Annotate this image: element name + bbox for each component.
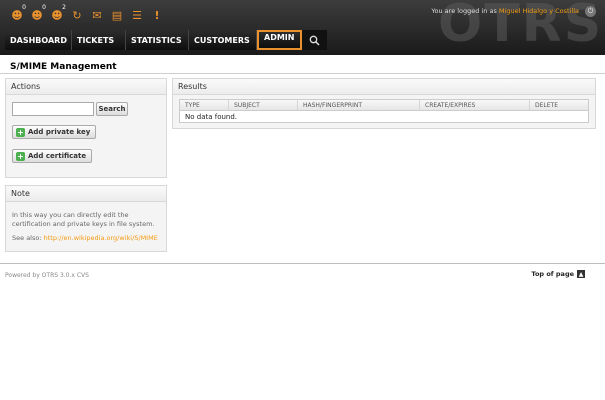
app-header: OTRS ☻ 0 ☻ 0 ☻ 2 ↻ ✉ ▤ ☰ ! You are logge…	[0, 0, 605, 55]
footer: Powered by OTRS 3.0.x CVS Top of page ▲	[0, 264, 605, 400]
see-also-label: See also:	[12, 234, 42, 242]
logged-in-label: You are logged in as	[431, 7, 497, 15]
actions-box: Actions Search + Add private key + Add c…	[5, 78, 167, 178]
actions-heading: Actions	[6, 79, 166, 95]
search-input[interactable]	[12, 102, 94, 116]
note-heading: Note	[6, 186, 166, 202]
nav-admin[interactable]: ADMIN	[257, 30, 302, 50]
add-icon: +	[16, 127, 25, 137]
column-hash-fingerprint[interactable]: HASH/FINGERPRINT	[298, 100, 420, 110]
top-of-page-link[interactable]: Top of page ▲	[531, 270, 585, 278]
title-divider	[0, 73, 605, 74]
email-icon[interactable]: ✉	[87, 5, 107, 25]
add-certificate-button[interactable]: + Add certificate	[12, 149, 93, 163]
page-title: S/MIME Management	[10, 62, 117, 72]
column-type[interactable]: TYPE	[180, 100, 229, 110]
add-certificate-label: Add certificate	[28, 152, 87, 160]
add-private-key-label: Add private key	[28, 128, 91, 136]
smime-wiki-link[interactable]: http://en.wikipedia.org/wiki/S/MIME	[44, 234, 158, 242]
results-table: TYPE SUBJECT HASH/FINGERPRINT CREATE/EXP…	[179, 99, 589, 123]
nav-statistics[interactable]: STATISTICS	[126, 30, 189, 50]
results-heading: Results	[173, 79, 595, 95]
top-of-page-label: Top of page	[531, 270, 574, 278]
add-private-key-button[interactable]: + Add private key	[12, 125, 97, 139]
add-icon: +	[16, 151, 25, 161]
toolbar: ☻ 0 ☻ 0 ☻ 2 ↻ ✉ ▤ ☰ !	[7, 4, 167, 25]
responsible-tickets-count: 2	[62, 4, 66, 11]
column-subject[interactable]: SUBJECT	[229, 100, 298, 110]
column-create-expires[interactable]: CREATE/EXPIRES	[420, 100, 530, 110]
refresh-icon[interactable]: ↻	[67, 5, 87, 25]
powered-by-text: Powered by OTRS 3.0.x CVS	[5, 272, 89, 279]
nav-dashboard[interactable]: DASHBOARD	[5, 30, 72, 50]
email-glyph: ✉	[92, 8, 102, 22]
locked-tickets-glyph: ☻	[11, 8, 23, 22]
alert-icon[interactable]: !	[147, 5, 167, 25]
watched-tickets-count: 0	[42, 4, 46, 11]
folder-icon[interactable]: ▤	[107, 5, 127, 25]
note-see-also: See also: http://en.wikipedia.org/wiki/S…	[12, 234, 167, 243]
user-info: You are logged in as Miguel Hidalgo y Co…	[431, 7, 579, 15]
responsible-tickets-icon[interactable]: ☻ 2	[47, 4, 67, 25]
responsible-tickets-glyph: ☻	[51, 8, 63, 22]
user-name-link[interactable]: Miguel Hidalgo y Costilla	[499, 7, 579, 15]
logout-icon[interactable]: ⏻	[585, 6, 596, 17]
locked-tickets-count: 0	[22, 4, 26, 11]
search-button[interactable]: Search	[96, 102, 128, 116]
note-box: Note In this way you can directly edit t…	[5, 185, 167, 252]
nav-customers[interactable]: CUSTOMERS	[189, 30, 257, 50]
table-row: No data found.	[185, 112, 238, 121]
watched-tickets-glyph: ☻	[31, 8, 43, 22]
nav-tickets[interactable]: TICKETS	[72, 30, 126, 50]
list-glyph: ☰	[132, 8, 142, 22]
alert-glyph: !	[154, 8, 160, 22]
folder-glyph: ▤	[111, 8, 123, 22]
results-box: Results TYPE SUBJECT HASH/FINGERPRINT CR…	[172, 78, 596, 129]
main-nav: DASHBOARD TICKETS STATISTICS CUSTOMERS A…	[5, 30, 327, 50]
note-text: In this way you can directly edit the ce…	[12, 211, 155, 228]
refresh-glyph: ↻	[72, 8, 82, 22]
watched-tickets-icon[interactable]: ☻ 0	[27, 4, 47, 25]
table-header: TYPE SUBJECT HASH/FINGERPRINT CREATE/EXP…	[180, 100, 588, 111]
column-delete[interactable]: DELETE	[530, 100, 588, 110]
search-icon[interactable]	[302, 30, 327, 50]
arrow-up-icon: ▲	[577, 270, 585, 278]
locked-tickets-icon[interactable]: ☻ 0	[7, 4, 27, 25]
list-icon[interactable]: ☰	[127, 5, 147, 25]
